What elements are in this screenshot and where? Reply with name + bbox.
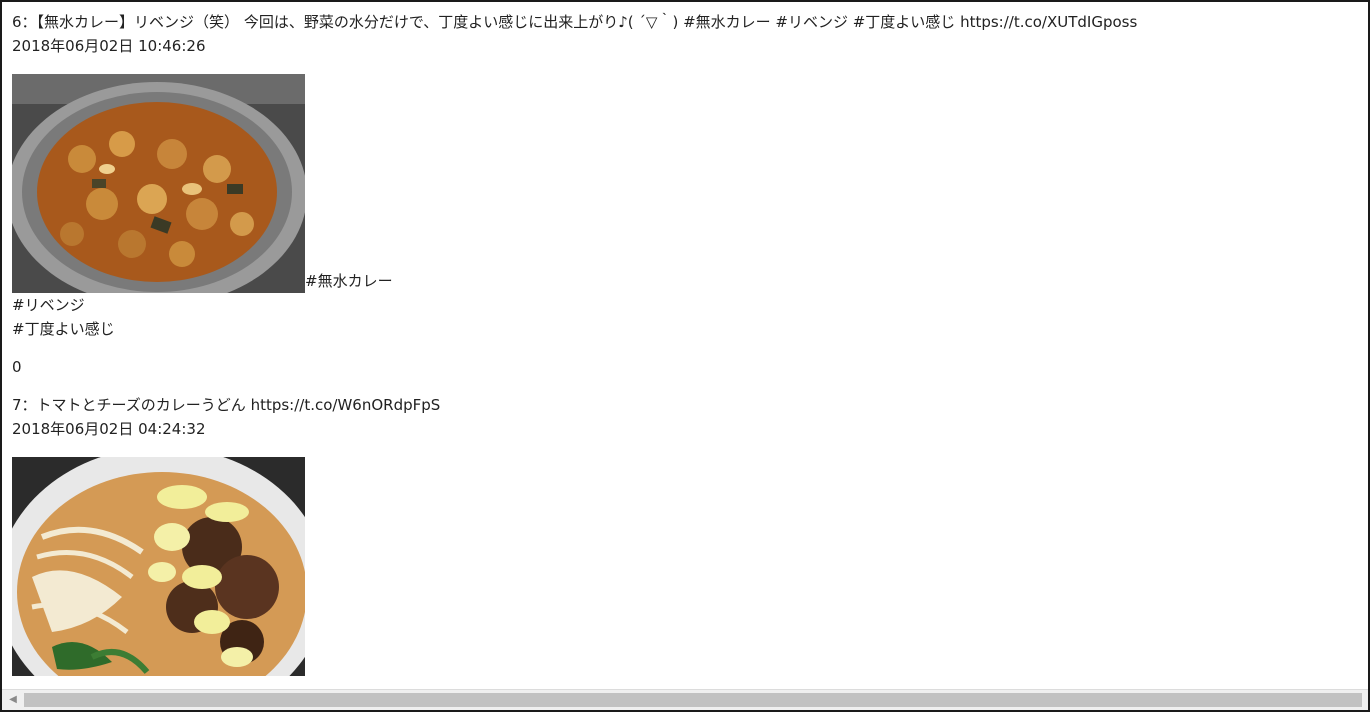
horizontal-scrollbar[interactable]: ◀: [2, 689, 1368, 710]
post-text: 6：【無水カレー】リベンジ（笑） 今回は、野菜の水分だけで、丁度よい感じに出来上…: [12, 13, 1138, 31]
post-hashtag[interactable]: #リベンジ: [12, 293, 1358, 317]
post-list: 6：【無水カレー】リベンジ（笑） 今回は、野菜の水分だけで、丁度よい感じに出来上…: [12, 10, 1358, 686]
scrollbar-thumb[interactable]: [24, 693, 1362, 707]
post-media-row: [12, 457, 1358, 676]
post-hashtag[interactable]: #丁度よい感じ: [12, 317, 1358, 341]
post-count: 0: [12, 358, 22, 376]
post-date: 2018年06月02日 10:46:26: [12, 37, 206, 55]
post-date: 2018年06月02日 04:24:32: [12, 420, 206, 438]
arrow-left-icon[interactable]: ◀: [6, 693, 20, 707]
post-text: 7：トマトとチーズのカレーうどん https://t.co/W6nORdpFpS: [12, 396, 441, 414]
curry-photo[interactable]: [12, 74, 305, 293]
post-media-row: #無水カレー: [12, 74, 1358, 293]
post-item: 6：【無水カレー】リベンジ（笑） 今回は、野菜の水分だけで、丁度よい感じに出来上…: [12, 10, 1358, 379]
post-hashtag[interactable]: #無水カレー: [305, 272, 393, 290]
browser-viewport: 6：【無水カレー】リベンジ（笑） 今回は、野菜の水分だけで、丁度よい感じに出来上…: [0, 0, 1370, 712]
post-item: 7：トマトとチーズのカレーうどん https://t.co/W6nORdpFpS…: [12, 393, 1358, 676]
udon-photo[interactable]: [12, 457, 305, 676]
